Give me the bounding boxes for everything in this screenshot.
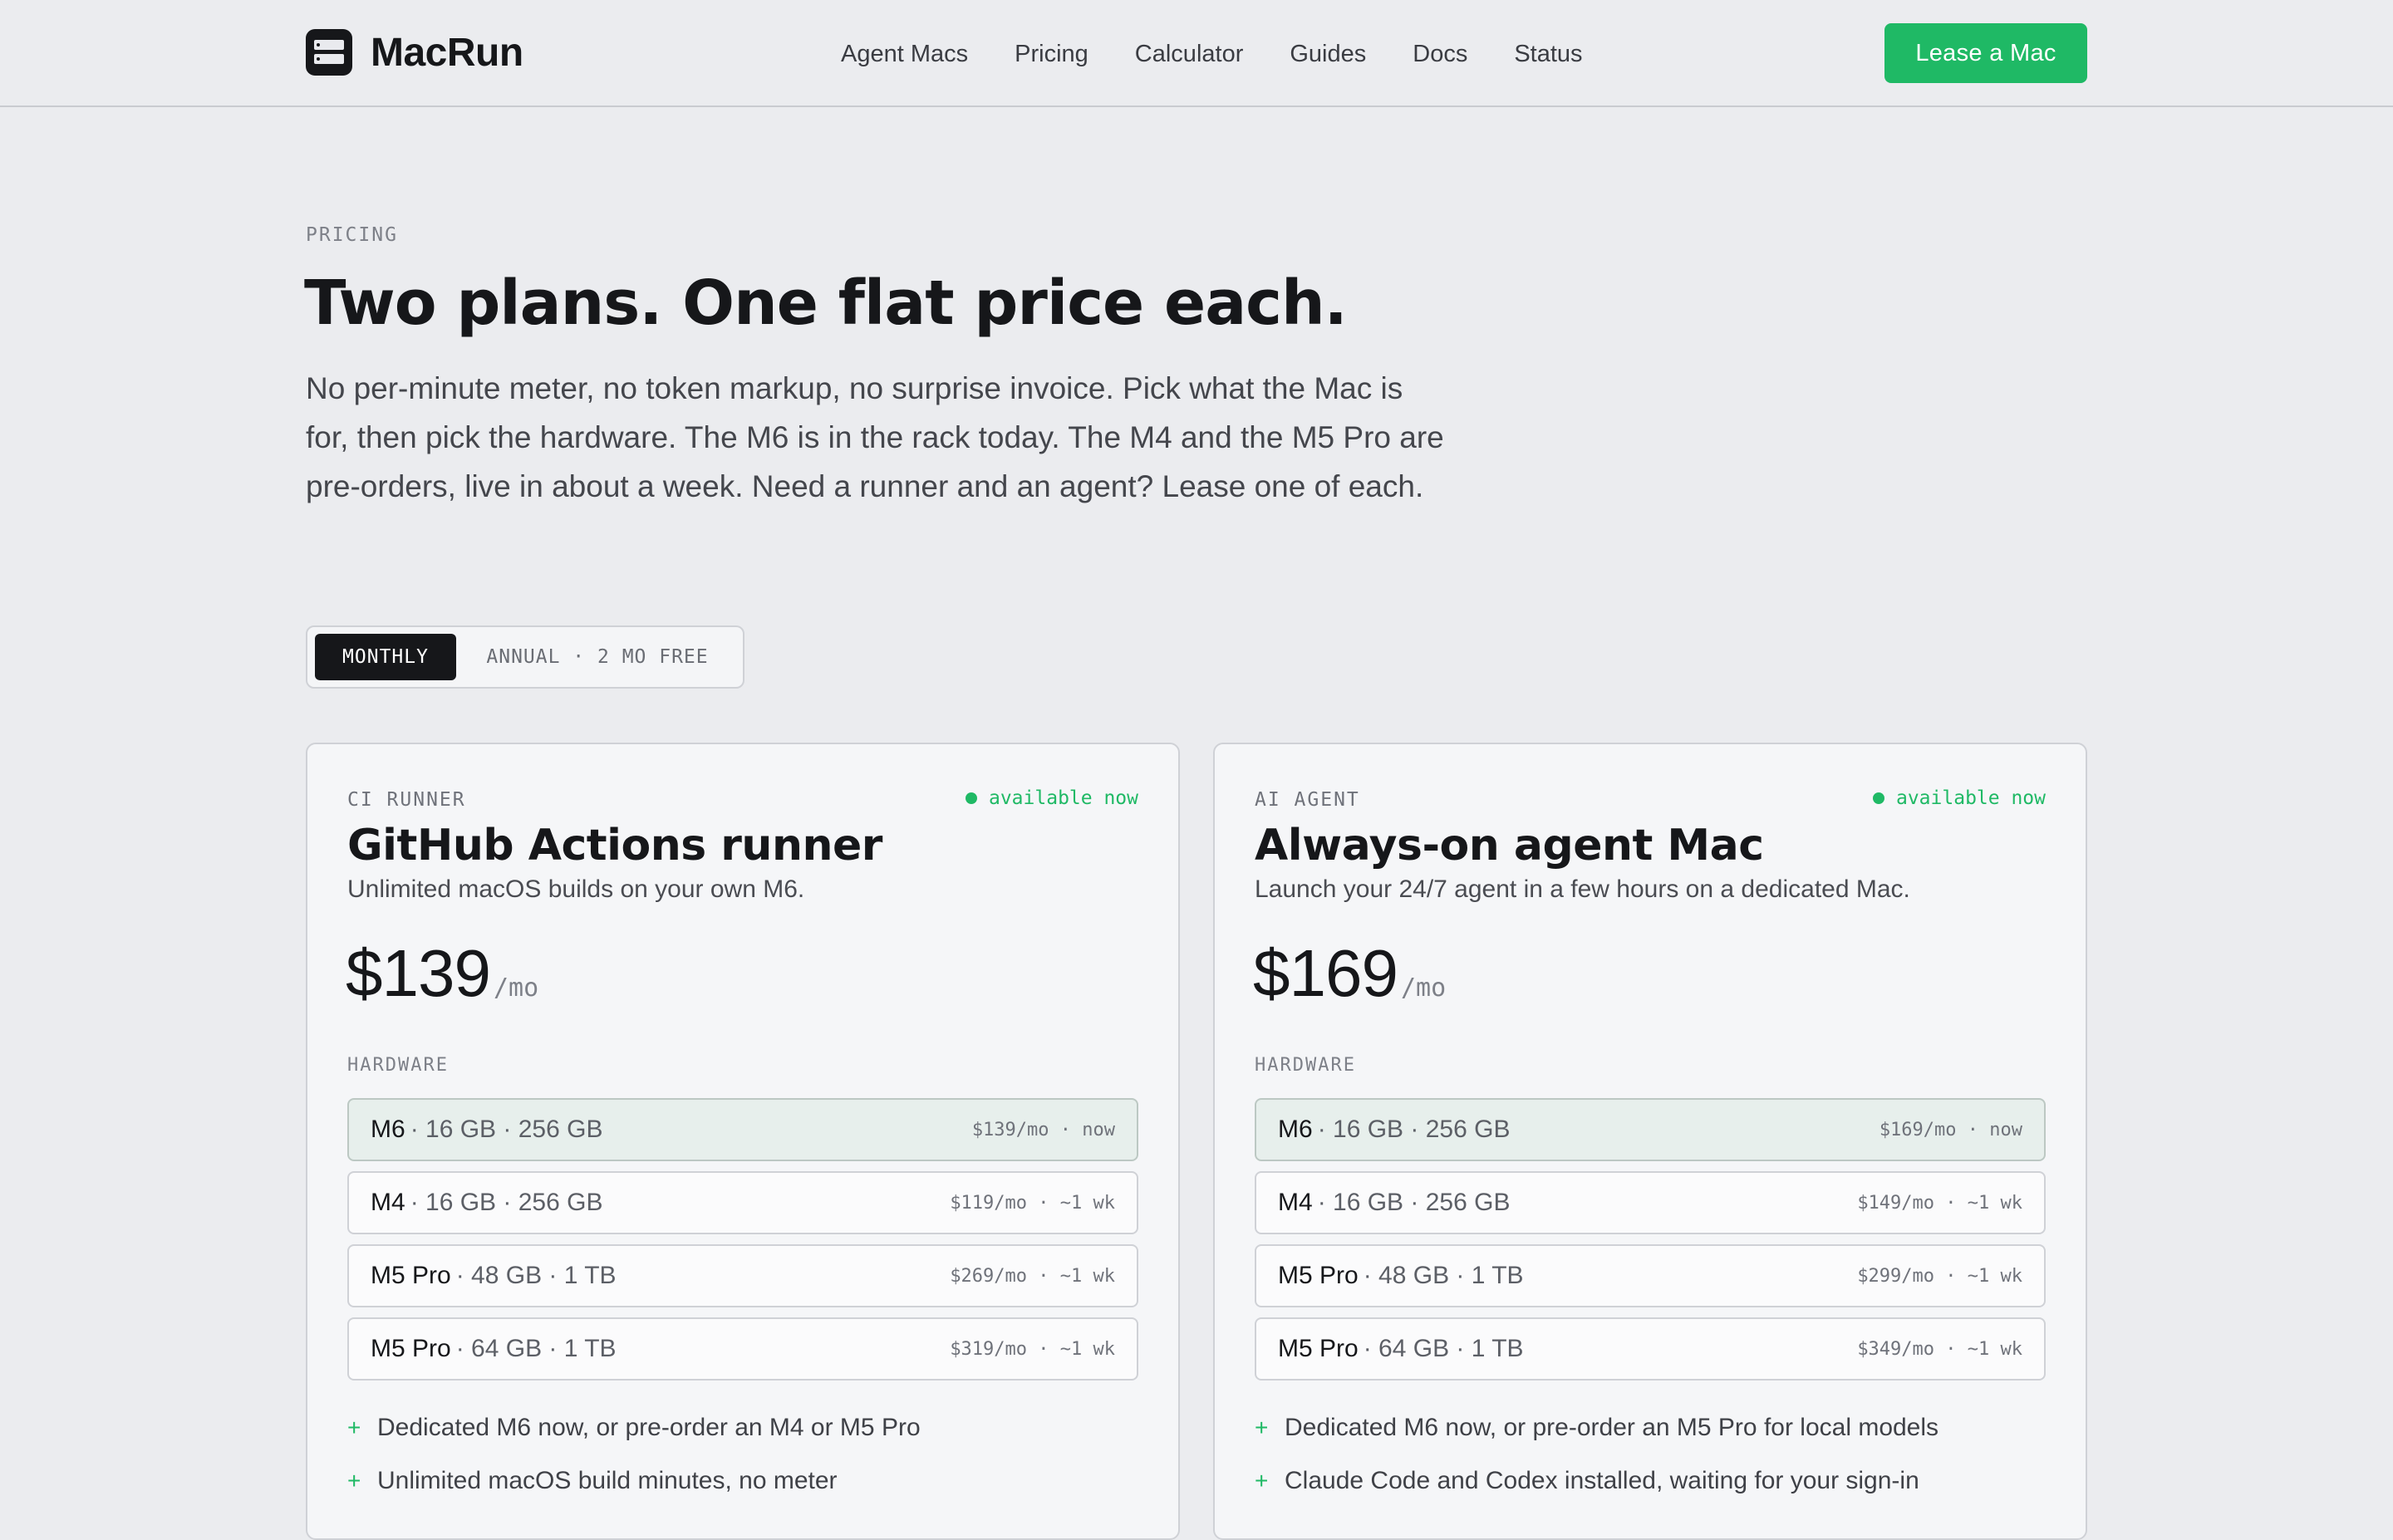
price-amount: $169 xyxy=(1253,936,1398,1010)
price-amount: $139 xyxy=(346,936,491,1010)
nav-link-pricing[interactable]: Pricing xyxy=(1015,41,1088,68)
feature-text: Dedicated M6 now, or pre-order an M5 Pro… xyxy=(1285,1414,1939,1441)
hardware-option-m5-pro-64[interactable]: M5 Pro · 64 GB · 1 TB $319/mo · ~1 wk xyxy=(347,1317,1138,1381)
main-nav: Agent Macs Pricing Calculator Guides Doc… xyxy=(841,33,1629,75)
server-icon xyxy=(306,29,352,76)
hardware-chip: M5 Pro xyxy=(371,1335,451,1362)
hardware-spec: · 48 GB · 1 TB xyxy=(455,1262,617,1289)
price-period: /mo xyxy=(1400,974,1447,1003)
plan-card-ci-runner: CI RUNNER available now GitHub Actions r… xyxy=(306,743,1180,1540)
plan-subtitle: Launch your 24/7 agent in a few hours on… xyxy=(1255,875,1910,903)
feature-item: + Dedicated M6 now, or pre-order an M5 P… xyxy=(1255,1414,1938,1442)
hardware-spec: · 64 GB · 1 TB xyxy=(455,1335,617,1362)
hardware-price: $269/mo · ~1 wk xyxy=(950,1265,1115,1287)
plan-kind: CI RUNNER xyxy=(347,789,466,811)
nav-link-docs[interactable]: Docs xyxy=(1413,41,1467,68)
hardware-option-m5-pro-48[interactable]: M5 Pro · 48 GB · 1 TB $269/mo · ~1 wk xyxy=(347,1244,1138,1307)
plan-card-ai-agent: AI AGENT available now Always-on agent M… xyxy=(1213,743,2087,1540)
availability-badge: available now xyxy=(1872,787,2046,809)
hardware-chip: M6 xyxy=(1278,1116,1313,1143)
lease-a-mac-button[interactable]: Lease a Mac xyxy=(1884,23,2087,83)
hardware-spec: · 16 GB · 256 GB xyxy=(1317,1116,1511,1143)
annual-option[interactable]: ANNUAL · 2 MO FREE xyxy=(469,634,726,680)
hardware-price: $169/mo · now xyxy=(1879,1119,2022,1140)
availability-text: available now xyxy=(988,787,1138,809)
hardware-chip: M4 xyxy=(371,1189,405,1216)
feature-item: + Dedicated M6 now, or pre-order an M4 o… xyxy=(347,1414,921,1442)
hardware-label: HARDWARE xyxy=(347,1055,449,1076)
hardware-spec: · 64 GB · 1 TB xyxy=(1363,1335,1524,1362)
top-navigation-bar: MacRun Agent Macs Pricing Calculator Gui… xyxy=(0,0,2393,107)
hardware-chip: M5 Pro xyxy=(371,1262,451,1289)
billing-period-toggle: MONTHLY ANNUAL · 2 MO FREE xyxy=(306,625,744,689)
hardware-option-m4[interactable]: M4 · 16 GB · 256 GB $119/mo · ~1 wk xyxy=(347,1171,1138,1234)
plan-title: GitHub Actions runner xyxy=(347,821,882,871)
feature-text: Dedicated M6 now, or pre-order an M4 or … xyxy=(377,1414,921,1441)
plus-icon: + xyxy=(1255,1415,1269,1440)
hardware-spec: · 16 GB · 256 GB xyxy=(410,1116,603,1143)
hardware-price: $149/mo · ~1 wk xyxy=(1857,1192,2022,1214)
plan-kind: AI AGENT xyxy=(1255,789,1360,811)
hardware-price: $319/mo · ~1 wk xyxy=(950,1338,1115,1360)
hardware-price: $299/mo · ~1 wk xyxy=(1857,1265,2022,1287)
feature-item: + Unlimited macOS build minutes, no mete… xyxy=(347,1467,838,1495)
hardware-option-m6[interactable]: M6 · 16 GB · 256 GB $169/mo · now xyxy=(1255,1098,2046,1161)
hardware-option-m6[interactable]: M6 · 16 GB · 256 GB $139/mo · now xyxy=(347,1098,1138,1161)
availability-badge: available now xyxy=(965,787,1138,809)
nav-link-calculator[interactable]: Calculator xyxy=(1135,41,1244,68)
section-eyebrow: PRICING xyxy=(306,224,398,246)
plan-subtitle: Unlimited macOS builds on your own M6. xyxy=(347,875,805,903)
feature-text: Claude Code and Codex installed, waiting… xyxy=(1285,1467,1919,1494)
nav-link-guides[interactable]: Guides xyxy=(1290,41,1366,68)
hardware-option-m5-pro-48[interactable]: M5 Pro · 48 GB · 1 TB $299/mo · ~1 wk xyxy=(1255,1244,2046,1307)
hardware-chip: M4 xyxy=(1278,1189,1313,1216)
feature-text: Unlimited macOS build minutes, no meter xyxy=(377,1467,838,1494)
plus-icon: + xyxy=(1255,1468,1269,1493)
monthly-option[interactable]: MONTHLY xyxy=(315,634,456,680)
intro-paragraph: No per-minute meter, no token markup, no… xyxy=(306,371,1444,503)
hardware-price: $119/mo · ~1 wk xyxy=(950,1192,1115,1214)
hardware-option-m5-pro-64[interactable]: M5 Pro · 64 GB · 1 TB $349/mo · ~1 wk xyxy=(1255,1317,2046,1381)
nav-link-status[interactable]: Status xyxy=(1514,41,1582,68)
hardware-spec: · 16 GB · 256 GB xyxy=(410,1189,603,1216)
hardware-chip: M5 Pro xyxy=(1278,1262,1359,1289)
hardware-price: $349/mo · ~1 wk xyxy=(1857,1338,2022,1360)
plan-title: Always-on agent Mac xyxy=(1255,821,1764,871)
brand-logo[interactable]: MacRun xyxy=(306,28,523,76)
hardware-option-m4[interactable]: M4 · 16 GB · 256 GB $149/mo · ~1 wk xyxy=(1255,1171,2046,1234)
plus-icon: + xyxy=(347,1415,361,1440)
hardware-spec: · 48 GB · 1 TB xyxy=(1363,1262,1524,1289)
hardware-label: HARDWARE xyxy=(1255,1055,1356,1076)
availability-text: available now xyxy=(1895,787,2046,809)
nav-link-agent-macs[interactable]: Agent Macs xyxy=(841,41,968,68)
plus-icon: + xyxy=(347,1468,361,1493)
price-period: /mo xyxy=(493,974,539,1003)
page-title: Two plans. One flat price each. xyxy=(304,267,1348,339)
brand-name: MacRun xyxy=(371,30,523,75)
status-dot-icon xyxy=(1872,792,1884,804)
plan-price: $169 /mo xyxy=(1253,935,1446,1012)
plan-price: $139 /mo xyxy=(346,935,538,1012)
hardware-chip: M5 Pro xyxy=(1278,1335,1359,1362)
hardware-chip: M6 xyxy=(371,1116,405,1143)
hardware-price: $139/mo · now xyxy=(971,1119,1115,1140)
status-dot-icon xyxy=(965,792,977,804)
hardware-spec: · 16 GB · 256 GB xyxy=(1317,1189,1511,1216)
feature-item: + Claude Code and Codex installed, waiti… xyxy=(1255,1467,1919,1495)
